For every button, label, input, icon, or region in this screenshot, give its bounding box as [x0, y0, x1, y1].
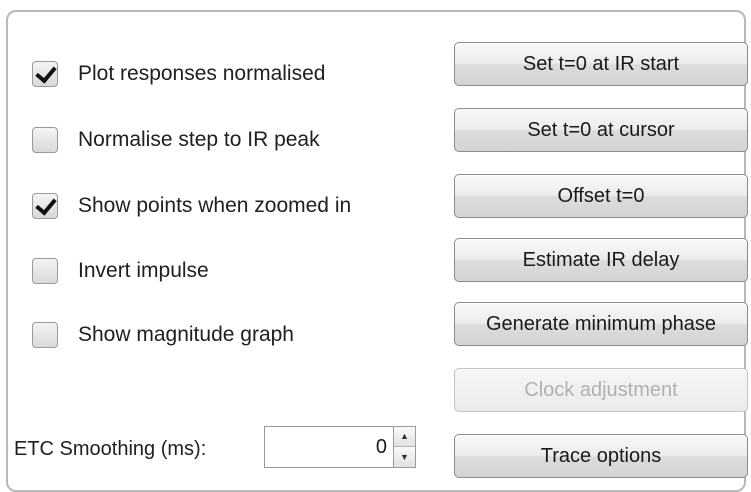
set-t0-cursor-button[interactable]: Set t=0 at cursor [454, 108, 748, 152]
set-t0-ir-start-button[interactable]: Set t=0 at IR start [454, 42, 748, 86]
trace-options-button[interactable]: Trace options [454, 434, 748, 478]
triangle-up-icon: ▲ [400, 431, 409, 441]
invert-impulse-checkbox-row[interactable]: Invert impulse [32, 254, 209, 288]
offset-t0-button[interactable]: Offset t=0 [454, 174, 748, 218]
normalise-step-checkbox[interactable] [32, 127, 58, 153]
clock-adjustment-button[interactable]: Clock adjustment [454, 368, 748, 412]
plot-normalised-label: Plot responses normalised [78, 62, 326, 85]
plot-normalised-checkbox-row[interactable]: Plot responses normalised [32, 57, 325, 91]
generate-minimum-phase-button[interactable]: Generate minimum phase [454, 302, 748, 346]
magnitude-graph-checkbox-row[interactable]: Show magnitude graph [32, 318, 294, 352]
invert-impulse-checkbox[interactable] [32, 258, 58, 284]
magnitude-graph-checkbox[interactable] [32, 322, 58, 348]
normalise-step-checkbox-row[interactable]: Normalise step to IR peak [32, 123, 320, 157]
triangle-down-icon: ▼ [400, 451, 409, 462]
ir-options-panel: Plot responses normalised Normalise step… [6, 10, 748, 492]
show-points-checkbox-row[interactable]: Show points when zoomed in [32, 189, 351, 223]
invert-impulse-label: Invert impulse [78, 259, 209, 282]
spinner-up-button[interactable]: ▲ [394, 427, 415, 447]
etc-smoothing-label: ETC Smoothing (ms): [14, 438, 207, 460]
magnitude-graph-label: Show magnitude graph [78, 323, 294, 346]
spinner-down-button[interactable]: ▼ [394, 447, 415, 467]
show-points-checkbox[interactable] [32, 193, 58, 219]
etc-smoothing-spinner[interactable]: ▲ ▼ [394, 426, 416, 468]
normalise-step-label: Normalise step to IR peak [78, 128, 320, 151]
show-points-label: Show points when zoomed in [78, 194, 352, 217]
etc-smoothing-input[interactable] [264, 426, 394, 468]
estimate-ir-delay-button[interactable]: Estimate IR delay [454, 238, 748, 282]
plot-normalised-checkbox[interactable] [32, 61, 58, 87]
